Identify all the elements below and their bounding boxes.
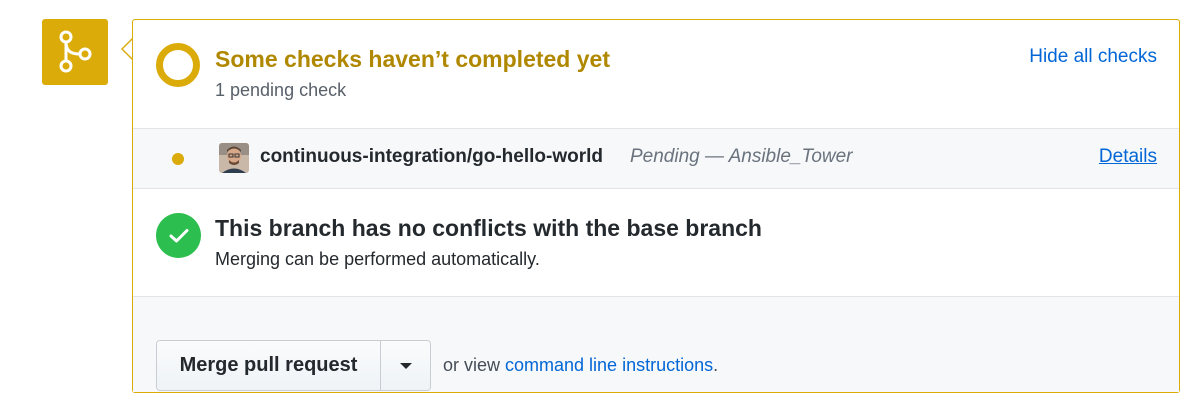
merge-status-panel: Some checks haven’t completed yet 1 pend… <box>132 19 1180 393</box>
pending-ring-icon <box>156 43 200 87</box>
checks-summary: Some checks haven’t completed yet 1 pend… <box>133 20 1179 128</box>
command-line-hint-suffix: . <box>713 355 719 375</box>
avatar <box>219 143 249 173</box>
conflicts-summary: This branch has no conflicts with the ba… <box>133 189 1179 297</box>
conflicts-subtitle: Merging can be performed automatically. <box>215 249 540 269</box>
conflicts-title: This branch has no conflicts with the ba… <box>215 215 762 241</box>
command-line-hint: or view command line instructions. <box>443 355 718 376</box>
hide-all-checks-link[interactable]: Hide all checks <box>1029 46 1157 68</box>
checks-title: Some checks haven’t completed yet <box>215 46 610 72</box>
merge-button-group: Merge pull request <box>156 340 431 391</box>
merge-method-dropdown-button[interactable] <box>381 341 430 390</box>
check-description: Pending — Ansible_Tower <box>630 146 853 167</box>
check-icon <box>156 213 201 258</box>
command-line-hint-prefix: or view <box>443 355 506 375</box>
command-line-instructions-link[interactable]: command line instructions <box>505 355 713 375</box>
git-merge-icon <box>42 19 108 85</box>
check-context-name: continuous-integration/go-hello-world <box>260 146 604 167</box>
checks-subtitle: 1 pending check <box>215 80 347 100</box>
merge-actions: Merge pull request or view command line … <box>133 297 1179 392</box>
check-details-link[interactable]: Details <box>1099 146 1157 168</box>
merge-pull-request-button[interactable]: Merge pull request <box>157 341 381 390</box>
pending-dot-icon <box>172 153 184 165</box>
check-row: continuous-integration/go-hello-world Pe… <box>133 128 1179 189</box>
caret-down-icon <box>399 362 412 369</box>
